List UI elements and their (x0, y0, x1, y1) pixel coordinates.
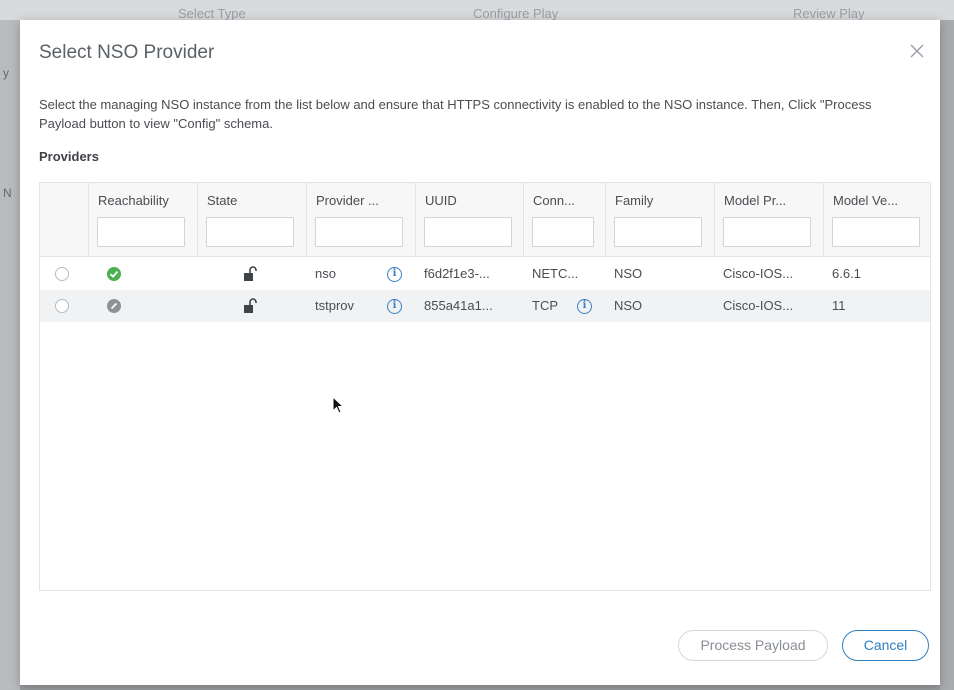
column-label: UUID (425, 193, 457, 208)
column-label: Family (615, 193, 654, 208)
wizard-step-review-play: Review Play (793, 6, 865, 21)
info-icon[interactable]: i (577, 299, 592, 314)
table-row[interactable]: nso i f6d2f1e3-... NETC... NSO Cisco-IOS… (40, 258, 930, 290)
wizard-steps-bar: Select Type Configure Play Review Play (0, 0, 954, 21)
filter-model-version-input[interactable] (832, 217, 920, 247)
filter-uuid-input[interactable] (424, 217, 512, 247)
filter-reachability-input[interactable] (97, 217, 185, 247)
unreachable-icon (107, 299, 121, 313)
family-cell: NSO (614, 266, 643, 281)
row-select-radio[interactable] (55, 299, 69, 313)
background-letter: N (3, 186, 12, 200)
model-prefix-cell: Cisco-IOS... (723, 298, 794, 313)
row-select-radio[interactable] (55, 267, 69, 281)
cancel-button[interactable]: Cancel (842, 630, 929, 661)
column-label: Provider ... (316, 193, 379, 208)
uuid-cell: f6d2f1e3-... (424, 266, 490, 281)
unlock-icon (244, 298, 257, 313)
filter-family-input[interactable] (614, 217, 702, 247)
table-row[interactable]: tstprov i 855a41a1... TCP i NSO Cisco-IO… (40, 290, 930, 322)
column-connection[interactable]: Conn... (523, 183, 605, 257)
filter-provider-input[interactable] (315, 217, 403, 247)
model-prefix-cell: Cisco-IOS... (723, 266, 794, 281)
wizard-step-configure-play: Configure Play (473, 6, 559, 21)
background-left-edge: y N (0, 20, 20, 690)
connection-cell: TCP (532, 298, 558, 313)
reachable-icon (107, 267, 121, 281)
filter-state-input[interactable] (206, 217, 294, 247)
filter-model-prefix-input[interactable] (723, 217, 811, 247)
unlock-icon (244, 266, 257, 281)
column-label: Model Pr... (724, 193, 787, 208)
info-icon[interactable]: i (387, 267, 402, 282)
column-label: Reachability (98, 193, 169, 208)
column-label: Model Ve... (833, 193, 899, 208)
column-model-prefix[interactable]: Model Pr... (714, 183, 823, 257)
providers-label: Providers (39, 149, 99, 164)
model-version-cell: 6.6.1 (832, 266, 861, 281)
connection-cell: NETC... (532, 266, 579, 281)
table-header: Reachability State Provider ... UUID Con… (40, 183, 930, 257)
close-icon (910, 44, 924, 58)
select-nso-provider-dialog: Select NSO Provider Select the managing … (20, 20, 940, 685)
info-icon[interactable]: i (387, 299, 402, 314)
filter-connection-input[interactable] (532, 217, 594, 247)
process-payload-button[interactable]: Process Payload (678, 630, 828, 661)
column-model-version[interactable]: Model Ve... (823, 183, 930, 257)
dialog-title: Select NSO Provider (39, 42, 215, 63)
column-provider[interactable]: Provider ... (306, 183, 415, 257)
column-family[interactable]: Family (605, 183, 714, 257)
provider-name: nso (315, 266, 336, 281)
column-state[interactable]: State (197, 183, 306, 257)
dialog-description: Select the managing NSO instance from th… (39, 97, 872, 131)
uuid-cell: 855a41a1... (424, 298, 493, 313)
column-reachability[interactable]: Reachability (88, 183, 197, 257)
providers-table: Reachability State Provider ... UUID Con… (39, 182, 931, 591)
column-label: State (207, 193, 238, 208)
family-cell: NSO (614, 298, 643, 313)
column-label: Conn... (533, 193, 575, 208)
background-letter: y (3, 66, 9, 80)
wizard-step-select-type: Select Type (178, 6, 246, 21)
provider-name: tstprov (315, 298, 355, 313)
model-version-cell: 11 (832, 298, 846, 313)
column-uuid[interactable]: UUID (415, 183, 523, 257)
mouse-cursor-icon (332, 396, 344, 414)
background-right-edge (940, 20, 954, 690)
close-button[interactable] (906, 40, 928, 62)
